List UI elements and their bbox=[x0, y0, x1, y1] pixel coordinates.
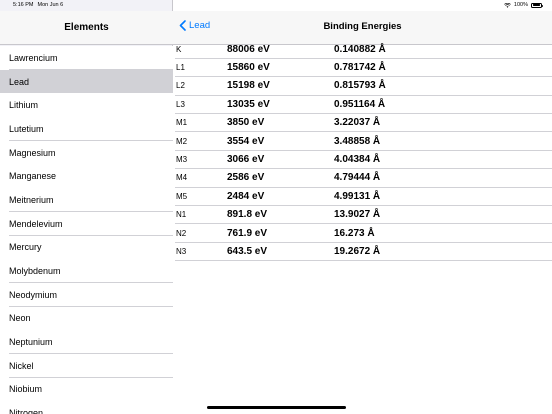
table-row: N3 643.5 eV 19.2672 Å bbox=[173, 242, 552, 262]
sidebar-item-label: Lawrencium bbox=[9, 52, 58, 63]
shell-label: M1 bbox=[176, 118, 188, 128]
table-row: M3 3066 eV 4.04384 Å bbox=[173, 150, 552, 170]
sidebar-item-label: Nickel bbox=[9, 360, 34, 371]
binding-energy-value: 3850 eV bbox=[227, 117, 265, 129]
shell-label: N1 bbox=[176, 210, 187, 220]
table-row: L1 15860 eV 0.781742 Å bbox=[173, 58, 552, 78]
wavelength-value: 16.273 Å bbox=[334, 227, 375, 239]
sidebar-item-lutetium[interactable]: Lutetium bbox=[0, 117, 173, 141]
wavelength-value: 3.22037 Å bbox=[334, 117, 381, 129]
shell-label: K bbox=[176, 44, 182, 54]
sidebar-item-lithium[interactable]: Lithium bbox=[0, 93, 173, 118]
sidebar-item-label: Magnesium bbox=[9, 147, 56, 158]
battery-fill bbox=[532, 4, 541, 6]
sidebar-item-neptunium[interactable]: Neptunium bbox=[0, 330, 173, 354]
sidebar-item-niobium[interactable]: Niobium bbox=[0, 377, 173, 402]
wavelength-value: 0.815793 Å bbox=[334, 80, 386, 92]
sidebar-item-label: Neptunium bbox=[9, 337, 53, 348]
wavelength-value: 4.99131 Å bbox=[334, 190, 381, 202]
sidebar-item-label: Neon bbox=[9, 313, 31, 324]
binding-energy-value: 3554 eV bbox=[227, 135, 265, 147]
status-time: 5:16 PM bbox=[13, 2, 34, 8]
shell-label: N2 bbox=[176, 228, 187, 238]
wavelength-value: 4.04384 Å bbox=[334, 154, 381, 166]
binding-energy-value: 13035 eV bbox=[227, 98, 270, 110]
sidebar-item-lead[interactable]: Lead bbox=[0, 69, 173, 94]
battery-percent: 100% bbox=[513, 2, 528, 8]
wavelength-value: 4.79444 Å bbox=[334, 172, 381, 184]
table-row: K 88006 eV 0.140882 Å bbox=[173, 40, 552, 59]
battery-icon bbox=[531, 2, 543, 8]
table-row: N1 891.8 eV 13.9027 Å bbox=[173, 206, 552, 225]
table-row: L2 15198 eV 0.815793 Å bbox=[173, 77, 552, 96]
sidebar-item-label: Niobium bbox=[9, 384, 43, 395]
sidebar-item-nickel[interactable]: Nickel bbox=[0, 353, 173, 378]
sidebar-item-label: Mercury bbox=[9, 242, 42, 253]
binding-energy-value: 2484 eV bbox=[227, 190, 265, 202]
shell-label: L2 bbox=[176, 81, 185, 91]
sidebar-item-label: Lead bbox=[9, 76, 30, 87]
shell-label: L3 bbox=[176, 99, 185, 109]
sidebar-item-mendelevium[interactable]: Mendelevium bbox=[0, 211, 173, 236]
sidebar-item-label: Neodymium bbox=[9, 289, 58, 300]
binding-energy-value: 15860 eV bbox=[227, 62, 270, 74]
binding-energy-value: 88006 eV bbox=[227, 43, 270, 55]
sidebar-item-nitrogen[interactable]: Nitrogen bbox=[0, 401, 173, 414]
table-row: N2 761.9 eV 16.273 Å bbox=[173, 224, 552, 243]
ipad-screen: Elements Lawrencium Lead Lithium Lutetium Ma… bbox=[0, 0, 552, 414]
sidebar-item-manganese[interactable]: Manganese bbox=[0, 164, 173, 189]
home-indicator[interactable] bbox=[207, 406, 346, 409]
sidebar-item-label: Lithium bbox=[9, 100, 39, 111]
element-list: Lawrencium Lead Lithium Lutetium Magnesium Ma… bbox=[0, 46, 173, 414]
status-date: Mon Jun 6 bbox=[37, 2, 64, 8]
wavelength-value: 0.140882 Å bbox=[334, 43, 386, 55]
detail-pane: Lead Binding Energies K 88006 eV 0.140882 … bbox=[173, 0, 552, 414]
wavelength-value: 3.48858 Å bbox=[334, 135, 381, 147]
sidebar-header: Elements bbox=[0, 11, 173, 45]
binding-energy-value: 643.5 eV bbox=[227, 245, 268, 257]
sidebar-item-label: Meitnerium bbox=[9, 194, 54, 205]
shell-label: M4 bbox=[176, 173, 188, 183]
table-row: L3 13035 eV 0.951164 Å bbox=[173, 95, 552, 114]
table-row: M2 3554 eV 3.48858 Å bbox=[173, 132, 552, 151]
sidebar-item-neon[interactable]: Neon bbox=[0, 306, 173, 331]
sidebar-item-mercury[interactable]: Mercury bbox=[0, 235, 173, 260]
sidebar-item-label: Lutetium bbox=[9, 123, 44, 134]
shell-label: M5 bbox=[176, 191, 188, 201]
sidebar-item-neodymium[interactable]: Neodymium bbox=[0, 282, 173, 307]
wifi-icon bbox=[504, 2, 511, 8]
sidebar-item-label: Manganese bbox=[9, 171, 57, 182]
binding-energy-value: 15198 eV bbox=[227, 80, 270, 92]
binding-energy-value: 3066 eV bbox=[227, 154, 265, 166]
shell-label: M3 bbox=[176, 155, 188, 165]
page-title-text: Binding Energies bbox=[323, 21, 402, 32]
binding-energy-value: 2586 eV bbox=[227, 172, 265, 184]
wavelength-value: 0.781742 Å bbox=[334, 62, 386, 74]
sidebar-item-label: Mendelevium bbox=[9, 218, 63, 229]
status-bar: 5:16 PM Mon Jun 6 100% bbox=[0, 0, 552, 11]
wavelength-value: 0.951164 Å bbox=[334, 98, 386, 110]
table-row: M4 2586 eV 4.79444 Å bbox=[173, 169, 552, 188]
table-row: M1 3850 eV 3.22037 Å bbox=[173, 114, 552, 133]
wavelength-value: 13.9027 Å bbox=[334, 209, 381, 221]
shell-label: M2 bbox=[176, 136, 188, 146]
binding-energy-value: 761.9 eV bbox=[227, 227, 268, 239]
page-title: Binding Energies bbox=[173, 21, 552, 32]
wavelength-value: 19.2672 Å bbox=[334, 245, 381, 257]
sidebar-title: Elements bbox=[64, 22, 109, 33]
shell-label: N3 bbox=[176, 246, 187, 256]
binding-energy-value: 891.8 eV bbox=[227, 209, 268, 221]
sidebar-item-magnesium[interactable]: Magnesium bbox=[0, 140, 173, 165]
sidebar: Elements Lawrencium Lead Lithium Lutetium Ma… bbox=[0, 0, 173, 414]
sidebar-item-meitnerium[interactable]: Meitnerium bbox=[0, 188, 173, 212]
sidebar-item-label: Molybdenum bbox=[9, 266, 61, 277]
sidebar-item-molybdenum[interactable]: Molybdenum bbox=[0, 259, 173, 283]
table-row: M5 2484 eV 4.99131 Å bbox=[173, 187, 552, 206]
binding-energy-table: K 88006 eV 0.140882 Å L1 15860 eV 0.781742 ÅL… bbox=[173, 40, 552, 262]
shell-label: L1 bbox=[176, 63, 185, 73]
sidebar-item-label: Nitrogen bbox=[9, 408, 44, 414]
sidebar-item-lawrencium[interactable]: Lawrencium bbox=[0, 46, 173, 70]
